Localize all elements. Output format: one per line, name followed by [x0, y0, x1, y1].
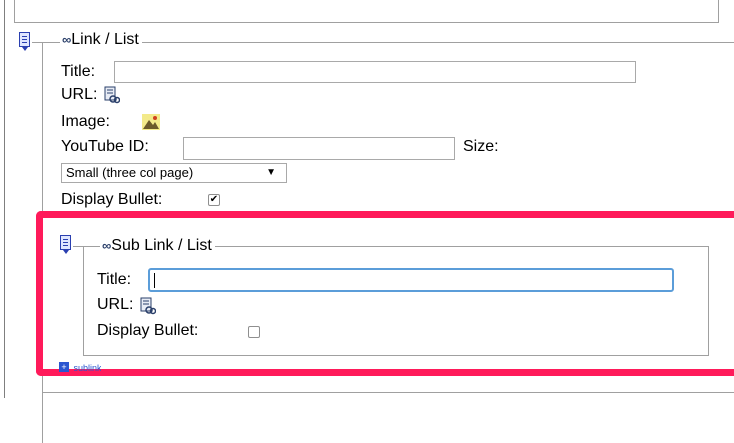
url-label: URL: — [61, 86, 98, 103]
sub-document-icon[interactable] — [60, 235, 71, 254]
display-bullet-label: Display Bullet: — [61, 191, 163, 208]
link-list-legend: ∞Link / List — [60, 30, 142, 50]
size-select[interactable]: Small (three col page) ▼ — [61, 163, 287, 183]
add-sublink-label: sublink — [73, 363, 102, 372]
dropdown-arrow-icon: ▼ — [266, 167, 276, 178]
sub-link-icon: ∞ — [102, 238, 112, 253]
image-icon[interactable] — [142, 114, 160, 130]
image-label: Image: — [61, 113, 110, 130]
sub-title-label: Title: — [97, 271, 132, 288]
sub-link-list-legend: ∞Sub Link / List — [100, 236, 215, 256]
legend-connector — [32, 42, 42, 43]
outer-right-border — [718, 0, 719, 22]
left-column-line — [4, 0, 5, 398]
document-icon[interactable] — [19, 32, 30, 51]
sub-url-label: URL: — [97, 296, 134, 313]
text-cursor — [154, 273, 155, 288]
size-label: Size: — [463, 138, 499, 155]
add-icon: + — [59, 362, 69, 372]
link-icon: ∞ — [62, 32, 72, 47]
page-link-icon[interactable] — [104, 86, 121, 104]
outer-bottom-border — [14, 22, 719, 23]
add-sublink-button[interactable]: + sublink — [59, 362, 101, 372]
link-list-legend-text: Link / List — [71, 31, 139, 48]
sub-display-bullet-label: Display Bullet: — [97, 322, 199, 339]
sub-display-bullet-checkbox[interactable] — [248, 326, 260, 338]
title-label: Title: — [61, 63, 96, 80]
sub-link-list-legend-text: Sub Link / List — [111, 237, 212, 254]
youtube-id-input[interactable] — [183, 137, 455, 160]
sub-legend-connector — [73, 246, 83, 247]
title-input[interactable] — [114, 61, 636, 83]
size-select-value: Small (three col page) — [66, 165, 194, 180]
link-list-bottom-border — [42, 392, 734, 393]
sub-page-link-icon[interactable] — [140, 297, 157, 315]
display-bullet-checkbox[interactable]: ✔ — [208, 194, 220, 206]
youtube-label: YouTube ID: — [61, 138, 149, 155]
sub-title-input[interactable] — [148, 268, 674, 292]
outer-left-border — [14, 0, 15, 22]
checkbox-checked-icon: ✔ — [209, 194, 219, 205]
